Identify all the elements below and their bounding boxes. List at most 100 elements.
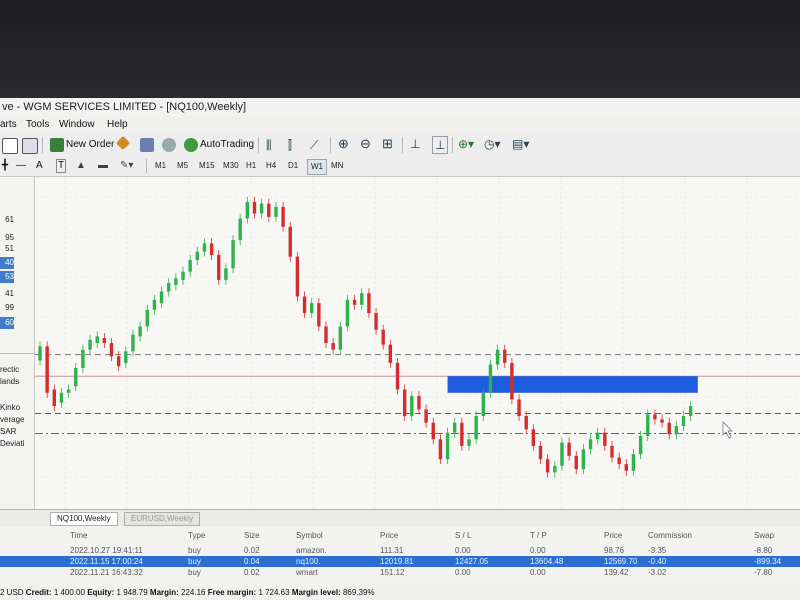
zoom-out-icon[interactable]: ⊖	[360, 134, 371, 154]
arrow-up-icon[interactable]: ▲	[76, 156, 86, 176]
column-header[interactable]: Type	[188, 530, 205, 541]
shapes-icon[interactable]: ✎▾	[120, 156, 133, 176]
table-cell: 151.12	[380, 568, 405, 577]
timeframe-m1[interactable]: M1	[152, 159, 169, 173]
candle-body	[81, 349, 85, 368]
line-chart-icon[interactable]: ⟋	[310, 135, 318, 155]
candle-body	[217, 255, 221, 280]
timeframe-h4[interactable]: H4	[263, 159, 279, 173]
indicator-item[interactable]: verage	[0, 415, 24, 424]
text-label-icon[interactable]: T	[56, 159, 67, 173]
tab-nq100-weekly[interactable]: NQ100,Weekly	[50, 512, 118, 526]
table-cell: 2022.11.21 16:43:32	[70, 568, 143, 577]
column-header[interactable]: Symbol	[296, 530, 323, 541]
table-cell: -899.34	[754, 557, 782, 566]
new-order-button[interactable]: New Order	[66, 135, 114, 155]
list-item[interactable]: 40	[0, 257, 14, 269]
text-icon[interactable]: A	[36, 156, 43, 176]
zoom-in-icon[interactable]: ⊕	[338, 134, 349, 154]
periods-icon[interactable]: ◷▾	[484, 134, 501, 154]
column-header[interactable]: Size	[244, 530, 260, 541]
chart-area[interactable]	[35, 177, 800, 509]
auto-scroll-icon[interactable]: ⊥	[432, 136, 449, 154]
table-cell: 98.76	[604, 546, 625, 555]
metaeditor-icon[interactable]	[115, 135, 131, 151]
table-cell: 0.00	[530, 568, 546, 577]
crosshair-icon[interactable]: ╋	[2, 156, 8, 176]
column-header[interactable]: Commission	[648, 530, 692, 541]
column-header[interactable]: Swap	[754, 530, 774, 541]
candle-body	[681, 416, 686, 426]
market-icon[interactable]	[162, 138, 176, 152]
indicator-item[interactable]: lands	[0, 377, 19, 386]
indicators-icon[interactable]: ⊕▾	[458, 134, 474, 154]
chart-shift-icon[interactable]: ⊥	[410, 134, 420, 154]
indicator-item[interactable]: SAR	[0, 427, 16, 436]
list-item[interactable]: 41	[0, 288, 14, 300]
candlestick-chart[interactable]	[35, 177, 800, 509]
candlestick-chart-icon[interactable]: ⫿	[288, 135, 292, 155]
candle-body	[195, 251, 199, 260]
table-cell: -3.35	[648, 546, 667, 555]
autotrading-button[interactable]: AutoTrading	[200, 135, 254, 155]
table-row[interactable]: 2022.11.21 16:43:32 buy 0.02 wmart 151.12 0.0…	[0, 567, 800, 578]
table-cell: amazon.	[296, 546, 327, 555]
column-header[interactable]: S / L	[455, 530, 471, 541]
candle-body	[209, 243, 214, 256]
list-item[interactable]: 99	[0, 302, 14, 314]
list-item[interactable]: 61	[0, 214, 14, 226]
indicator-item[interactable]: Deviati	[0, 439, 24, 448]
list-item[interactable]: 51	[0, 243, 14, 255]
navigator-icon[interactable]	[140, 138, 154, 152]
candle-body	[302, 296, 307, 314]
profiles-icon[interactable]	[22, 138, 38, 154]
list-item[interactable]: 53	[0, 271, 14, 283]
candle-body	[374, 313, 378, 330]
column-header[interactable]: Price	[380, 530, 398, 541]
table-cell: 0.00	[530, 546, 546, 555]
table-row[interactable]: 2022.11.15 17:00:24 buy 0.04 nq100. 12019.81…	[0, 556, 800, 567]
tab-eurusd-weekly[interactable]: EURUSD,Weekly	[124, 512, 201, 526]
menu-help[interactable]: Help	[107, 116, 128, 134]
table-header: Time Type Size Symbol Price S / L T / P Price Co…	[0, 530, 800, 541]
hline-icon[interactable]: —	[16, 156, 26, 176]
menu-tools[interactable]: Tools	[26, 116, 49, 134]
candle-body	[74, 367, 78, 387]
column-header[interactable]: Time	[70, 530, 87, 541]
timeframe-d1[interactable]: D1	[285, 159, 301, 173]
indicator-item[interactable]: Kinko	[0, 403, 20, 412]
candle-body	[202, 243, 207, 252]
credit-label: Credit:	[25, 588, 52, 597]
timeframe-m15[interactable]: M15	[196, 159, 218, 173]
indicator-item[interactable]: rectic	[0, 365, 19, 374]
candle-body	[259, 203, 264, 214]
arrow-down-icon[interactable]: ▬	[98, 156, 108, 176]
table-row[interactable]: 2022.10.27 19:41:11 buy 0.02 amazon. 111.31 0…	[0, 545, 800, 556]
timeframe-m5[interactable]: M5	[174, 159, 191, 173]
candle-body	[417, 396, 421, 410]
timeframe-h1[interactable]: H1	[243, 159, 259, 173]
tile-windows-icon[interactable]: ⊞	[382, 134, 393, 154]
timeframe-w1[interactable]: W1	[307, 159, 327, 175]
timeframe-m30[interactable]: M30	[220, 159, 242, 173]
candle-body	[610, 445, 614, 458]
candle-body	[517, 399, 521, 417]
candle-body	[474, 416, 478, 440]
chart-tabs: NQ100,Weekly EURUSD,Weekly	[0, 509, 800, 526]
candle-body	[95, 336, 99, 343]
timeframe-mn[interactable]: MN	[328, 159, 346, 173]
list-item[interactable]: 60	[0, 317, 14, 329]
window-title: ve - WGM SERVICES LIMITED - [NQ100,Weekl…	[0, 98, 800, 116]
table-cell: 12569.70	[604, 557, 638, 566]
column-header[interactable]: Price	[604, 530, 622, 541]
column-header[interactable]: T / P	[530, 530, 547, 541]
templates-icon[interactable]: ▤▾	[512, 134, 529, 154]
menu-charts[interactable]: arts	[0, 116, 17, 134]
candle-body	[88, 339, 92, 350]
menu-window[interactable]: Window	[59, 116, 95, 134]
candle-body	[588, 439, 593, 450]
bar-chart-icon[interactable]: ⫼	[266, 135, 272, 155]
new-chart-icon[interactable]	[2, 138, 18, 154]
candle-body	[653, 414, 657, 420]
margin-label: Margin:	[149, 588, 179, 597]
